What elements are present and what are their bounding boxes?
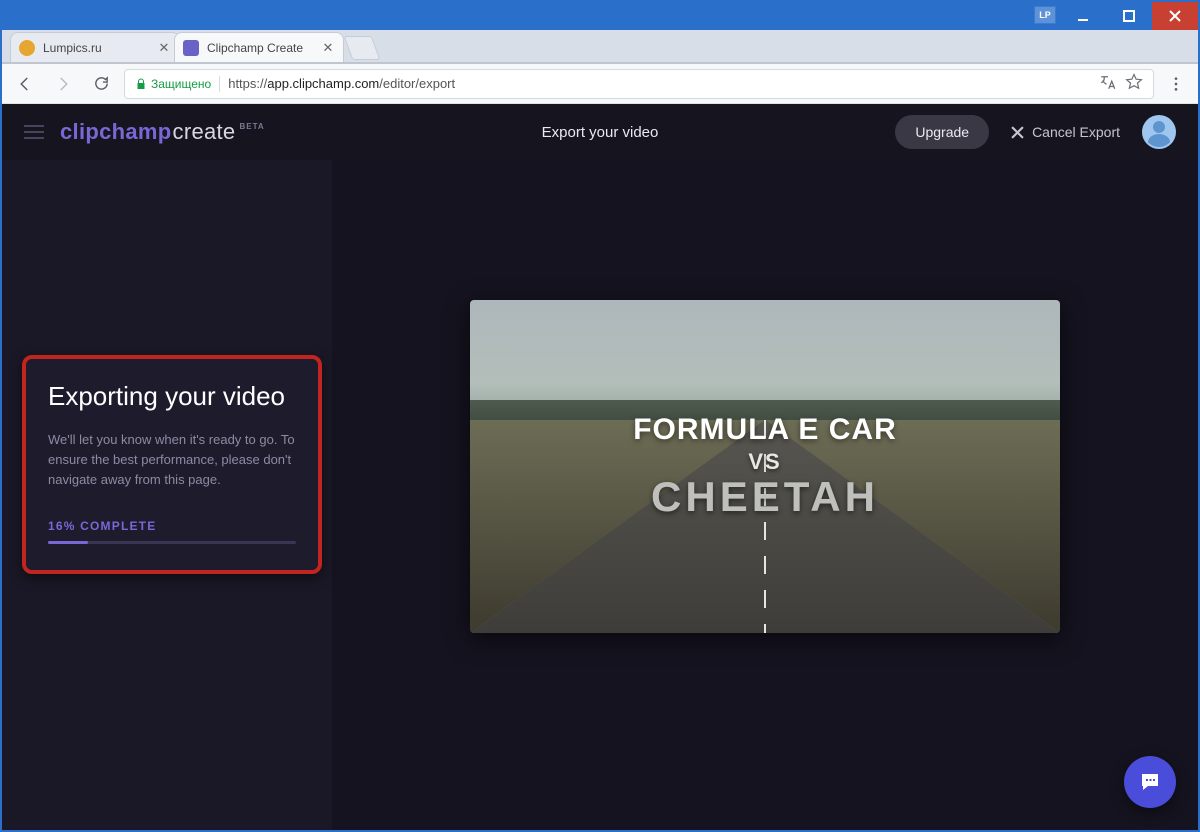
bookmark-star-icon[interactable] [1125,73,1143,94]
browser-tabstrip: Lumpics.ru ✕ Clipchamp Create ✕ [2,30,1198,64]
export-description: We'll let you know when it's ready to go… [48,430,296,490]
secure-label: Защищено [151,77,211,91]
back-button[interactable] [10,69,40,99]
preview-text-vs: VS [748,449,781,475]
window-minimize-button[interactable] [1060,2,1106,30]
video-preview: FORMULA E CAR VS CHEETAH [470,300,1060,633]
new-tab-button[interactable] [344,36,381,60]
tab-title: Clipchamp Create [207,41,313,55]
separator [219,76,220,92]
left-panel: Exporting your video We'll let you know … [2,160,332,830]
progress-bar [48,541,296,544]
favicon-icon [19,40,35,56]
window-close-button[interactable] [1152,2,1198,30]
export-heading: Exporting your video [48,381,296,412]
app-logo[interactable]: clipchampcreateBETA [60,119,265,145]
preview-panel: FORMULA E CAR VS CHEETAH [332,160,1198,830]
window-frame: LP Lumpics.ru ✕ Clipchamp Create ✕ [0,0,1200,832]
forward-button[interactable] [48,69,78,99]
favicon-icon [183,40,199,56]
url-text: https://app.clipchamp.com/editor/export [228,76,1091,91]
progress-bar-fill [48,541,88,544]
app-header: clipchampcreateBETA Export your video Up… [2,104,1198,160]
tab-title: Lumpics.ru [43,41,149,55]
browser-menu-button[interactable] [1162,70,1190,98]
window-titlebar: LP [2,2,1198,30]
browser-toolbar: Защищено https://app.clipchamp.com/edito… [2,64,1198,104]
export-status-card: Exporting your video We'll let you know … [22,355,322,574]
menu-icon[interactable] [24,125,44,139]
reload-button[interactable] [86,69,116,99]
tab-close-icon[interactable]: ✕ [321,41,335,55]
translate-icon[interactable] [1099,73,1117,94]
browser-chrome: Lumpics.ru ✕ Clipchamp Create ✕ [2,30,1198,830]
export-percent-label: 16% COMPLETE [48,519,296,533]
preview-text-line2: CHEETAH [651,473,879,521]
lock-icon [135,78,147,90]
browser-tab[interactable]: Lumpics.ru ✕ [10,32,180,62]
upgrade-button[interactable]: Upgrade [895,115,989,149]
app-body: Exporting your video We'll let you know … [2,160,1198,830]
window-user-badge: LP [1034,6,1056,24]
preview-text-line1: FORMULA E CAR [633,413,897,447]
window-maximize-button[interactable] [1106,2,1152,30]
cancel-export-button[interactable]: Cancel Export [1011,124,1120,140]
tab-close-icon[interactable]: ✕ [157,41,171,55]
preview-title-overlay: FORMULA E CAR VS CHEETAH [470,300,1060,633]
chat-help-button[interactable] [1124,756,1176,808]
avatar[interactable] [1142,115,1176,149]
secure-badge: Защищено [135,77,211,91]
browser-tab[interactable]: Clipchamp Create ✕ [174,32,344,62]
chat-icon [1138,770,1162,794]
address-bar[interactable]: Защищено https://app.clipchamp.com/edito… [124,69,1154,99]
header-actions: Upgrade Cancel Export [895,115,1176,149]
page-title: Export your video [542,124,659,141]
close-icon [1011,126,1024,139]
app-page: clipchampcreateBETA Export your video Up… [2,104,1198,830]
